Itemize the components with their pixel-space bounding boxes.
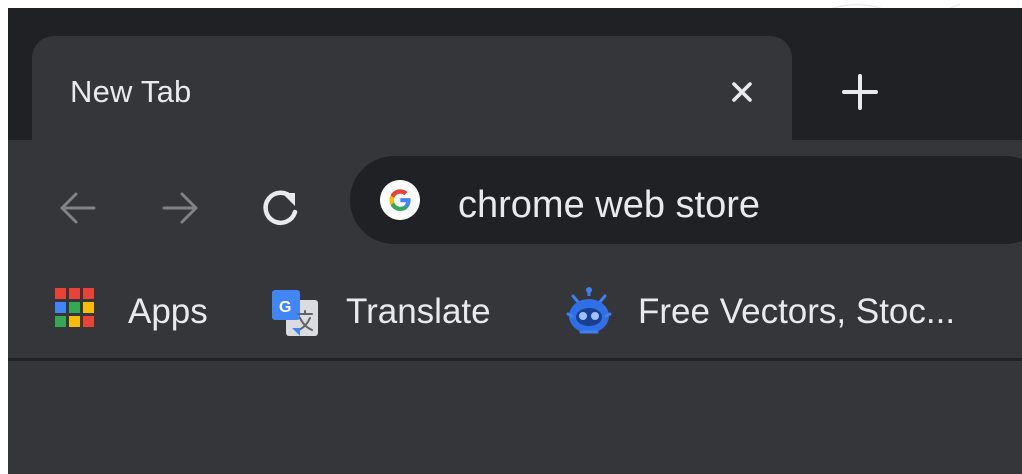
google-icon: [380, 180, 420, 220]
browser-window: New Tab chrome web store Apps G Translat…: [8, 8, 1022, 474]
bookmark-translate[interactable]: Translate: [338, 284, 518, 340]
reload-button[interactable]: [256, 184, 304, 232]
forward-button[interactable]: [156, 184, 204, 232]
tab-title: New Tab: [70, 74, 192, 109]
svg-text:G: G: [279, 299, 291, 316]
google-translate-icon[interactable]: G: [270, 288, 320, 340]
omnibox-input-text[interactable]: chrome web store: [458, 183, 760, 227]
bookmark-translate-label: Translate: [346, 292, 491, 331]
robot-icon[interactable]: [564, 286, 614, 338]
back-button[interactable]: [54, 184, 102, 232]
page-content-area: [8, 361, 1022, 474]
apps-grid-icon[interactable]: [53, 286, 97, 330]
plus-icon[interactable]: [840, 72, 880, 112]
bookmark-apps[interactable]: Apps: [120, 284, 224, 340]
bookmark-apps-label: Apps: [128, 292, 208, 331]
bookmark-free-vectors[interactable]: Free Vectors, Stoc...: [630, 284, 1022, 340]
screenshot-canvas: New Tab chrome web store Apps G Translat…: [0, 0, 1022, 474]
close-icon[interactable]: [724, 74, 760, 110]
bookmark-free-vectors-label: Free Vectors, Stoc...: [638, 292, 956, 331]
